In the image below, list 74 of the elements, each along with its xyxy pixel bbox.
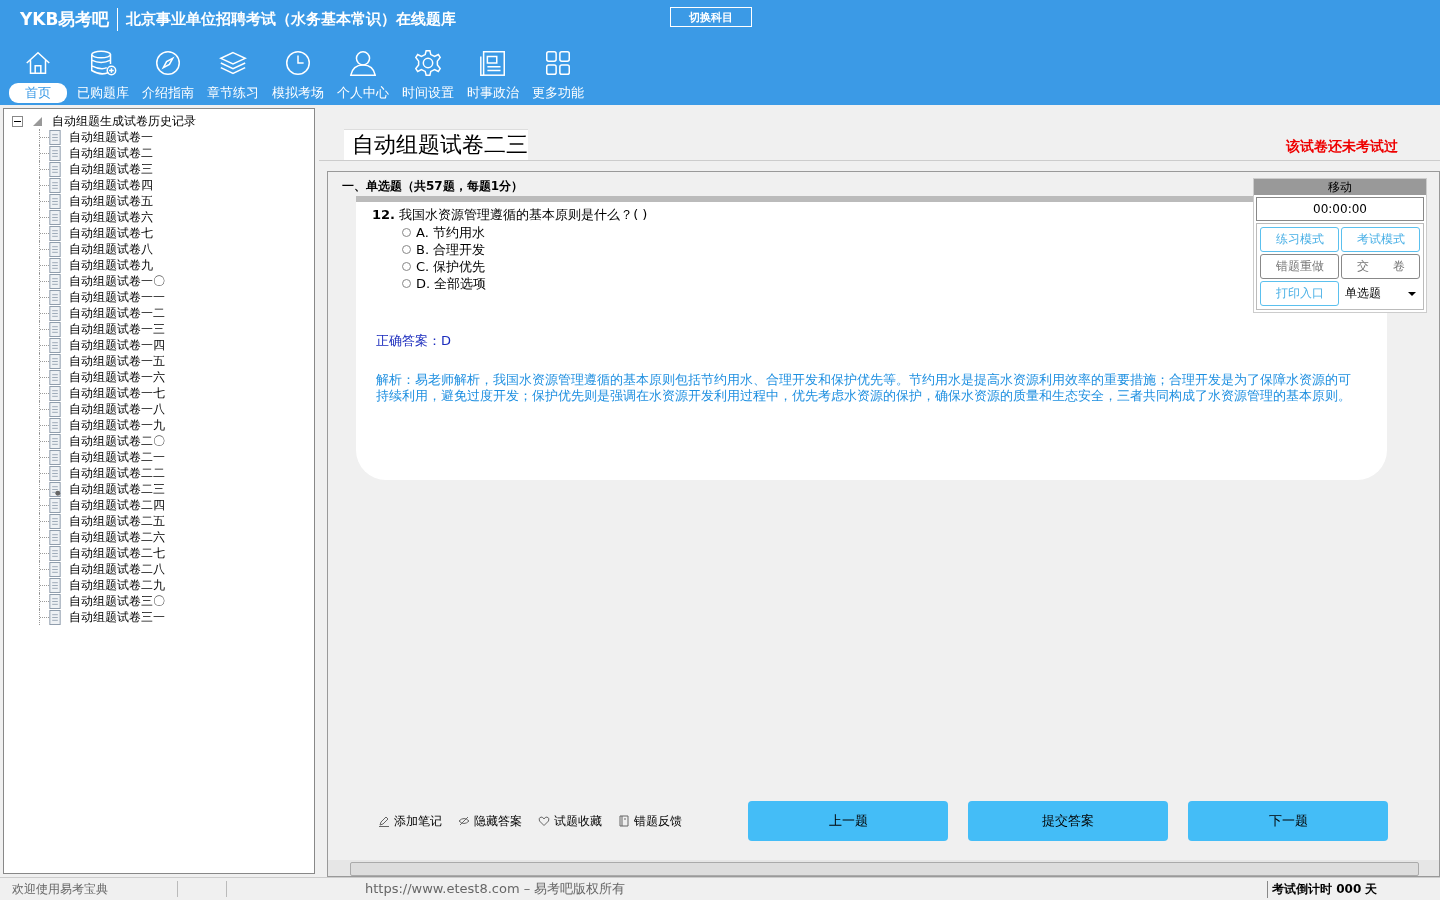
- tree-item[interactable]: 自动组题试卷八: [69, 240, 153, 258]
- app-title: 北京事业单位招聘考试（水务基本常识）在线题库: [126, 9, 457, 29]
- tree-root-item[interactable]: 自动组题生成试卷历史记录: [52, 112, 196, 130]
- tree-item[interactable]: 自动组题试卷一八: [69, 400, 165, 418]
- exam-status: 该试卷还未考试过: [1286, 138, 1398, 156]
- tree-item[interactable]: 自动组题试卷二八: [69, 560, 165, 578]
- welcome-text: 欢迎使用易考宝典: [11, 880, 109, 898]
- tree-item[interactable]: 自动组题试卷二一: [69, 448, 165, 466]
- eye-icon: [458, 815, 470, 827]
- clock-icon[interactable]: [283, 48, 313, 78]
- tree-item[interactable]: 自动组题试卷一三: [69, 320, 165, 338]
- tool-link[interactable]: 试题收藏: [538, 812, 602, 830]
- tree-item[interactable]: 自动组题试卷二二: [69, 464, 165, 482]
- tree-item[interactable]: 自动组题试卷一九: [69, 416, 165, 434]
- option-label[interactable]: B. 合理开发: [416, 240, 486, 259]
- tree-item[interactable]: 自动组题试卷二〇: [69, 432, 165, 450]
- nav-action-button[interactable]: 提交答案: [968, 801, 1168, 841]
- grid-icon[interactable]: [543, 48, 573, 78]
- tree-item[interactable]: 自动组题试卷一七: [69, 384, 165, 402]
- database-icon[interactable]: [88, 48, 118, 78]
- app-logo: YKB易考吧: [20, 7, 119, 31]
- tree-item[interactable]: 自动组题试卷一一: [69, 288, 165, 306]
- tree-item[interactable]: 自动组题试卷二: [69, 144, 153, 162]
- tree-item[interactable]: 自动组题试卷七: [69, 224, 153, 242]
- tree-item[interactable]: 自动组题试卷三〇: [69, 592, 165, 610]
- tool-link[interactable]: 错题反馈: [618, 812, 682, 830]
- nav-action-button[interactable]: 下一题: [1188, 801, 1388, 841]
- paper-title: 自动组题试卷二三: [344, 129, 528, 160]
- settings-icon[interactable]: [413, 48, 443, 78]
- option-label[interactable]: C. 保护优先: [416, 257, 486, 276]
- answer-analysis: 解析：易老师解析，我国水资源管理遵循的基本原则包括节约用水、合理开发和保护优先等。节约用水是提高水资源利用效率的重要措施；合理开发是为了保障水资源的可持续利用，避免过度开发；保护优先则是强调在水资源开发利用过程中，优先考虑水资源的保护，确保水资源的质量和生态安全，三者共同构成了水资源管理的基本原则。: [376, 372, 1352, 404]
- tree-item[interactable]: 自动组题试卷二七: [69, 544, 165, 562]
- section-heading: 一、单选题（共57题，每题1分）: [342, 178, 524, 195]
- copyright-text: https://www.etest8.com – 易考吧版权所有: [365, 880, 626, 898]
- countdown-text: 考试倒计时 000 天: [1267, 880, 1430, 898]
- person-icon[interactable]: [348, 48, 378, 78]
- tree-item[interactable]: 自动组题试卷三: [69, 160, 153, 178]
- tree-item[interactable]: 自动组题试卷一: [69, 128, 153, 146]
- option-label[interactable]: A. 节约用水: [416, 223, 485, 242]
- tree-item[interactable]: 自动组题试卷四: [69, 176, 153, 194]
- tree-item[interactable]: 自动组题试卷二四: [69, 496, 165, 514]
- tree-item[interactable]: 自动组题试卷六: [69, 208, 153, 226]
- nav-action-button[interactable]: 上一题: [748, 801, 948, 841]
- collapse-toggle-icon[interactable]: [12, 115, 23, 127]
- tree-item[interactable]: 自动组题试卷二六: [69, 528, 165, 546]
- newspaper-icon[interactable]: [478, 48, 508, 78]
- horizontal-scrollbar[interactable]: [328, 860, 1439, 876]
- tree-item[interactable]: 自动组题试卷二五: [69, 512, 165, 530]
- timer-display: 00:00:00: [1256, 197, 1424, 221]
- tool-link[interactable]: 添加笔记: [378, 812, 442, 830]
- correct-answer: 正确答案：D: [376, 332, 452, 350]
- pencil-icon: [378, 815, 390, 827]
- heart-icon: [538, 815, 550, 827]
- move-handle[interactable]: 移动: [1254, 179, 1426, 195]
- tree-item[interactable]: 自动组题试卷九: [69, 256, 153, 274]
- tree-item[interactable]: 自动组题试卷一二: [69, 304, 165, 322]
- option-label[interactable]: D. 全部选项: [416, 274, 487, 293]
- question-type-dropdown[interactable]: 单选题: [1341, 281, 1420, 306]
- tree-item[interactable]: 自动组题试卷一六: [69, 368, 165, 386]
- tree-item[interactable]: 自动组题试卷一五: [69, 352, 165, 370]
- tree-item[interactable]: 自动组题试卷一〇: [69, 272, 165, 290]
- mode-button[interactable]: 错题重做: [1260, 254, 1339, 279]
- tool-link[interactable]: 隐藏答案: [458, 812, 522, 830]
- caret-icon: [1408, 291, 1416, 296]
- tree-item[interactable]: 自动组题试卷二九: [69, 576, 165, 594]
- question-text: 12. 我国水资源管理遵循的基本原则是什么？( ): [372, 206, 648, 224]
- tree-item[interactable]: 自动组题试卷二三: [69, 480, 165, 498]
- triangle-icon: [33, 116, 42, 126]
- tree-item[interactable]: 自动组题试卷五: [69, 192, 153, 210]
- tree-item[interactable]: 自动组题试卷一四: [69, 336, 165, 354]
- mode-button[interactable]: 交 卷: [1341, 254, 1420, 279]
- compass-icon[interactable]: [153, 48, 183, 78]
- tree-item[interactable]: 自动组题试卷三一: [69, 608, 165, 626]
- book-icon: [618, 815, 630, 827]
